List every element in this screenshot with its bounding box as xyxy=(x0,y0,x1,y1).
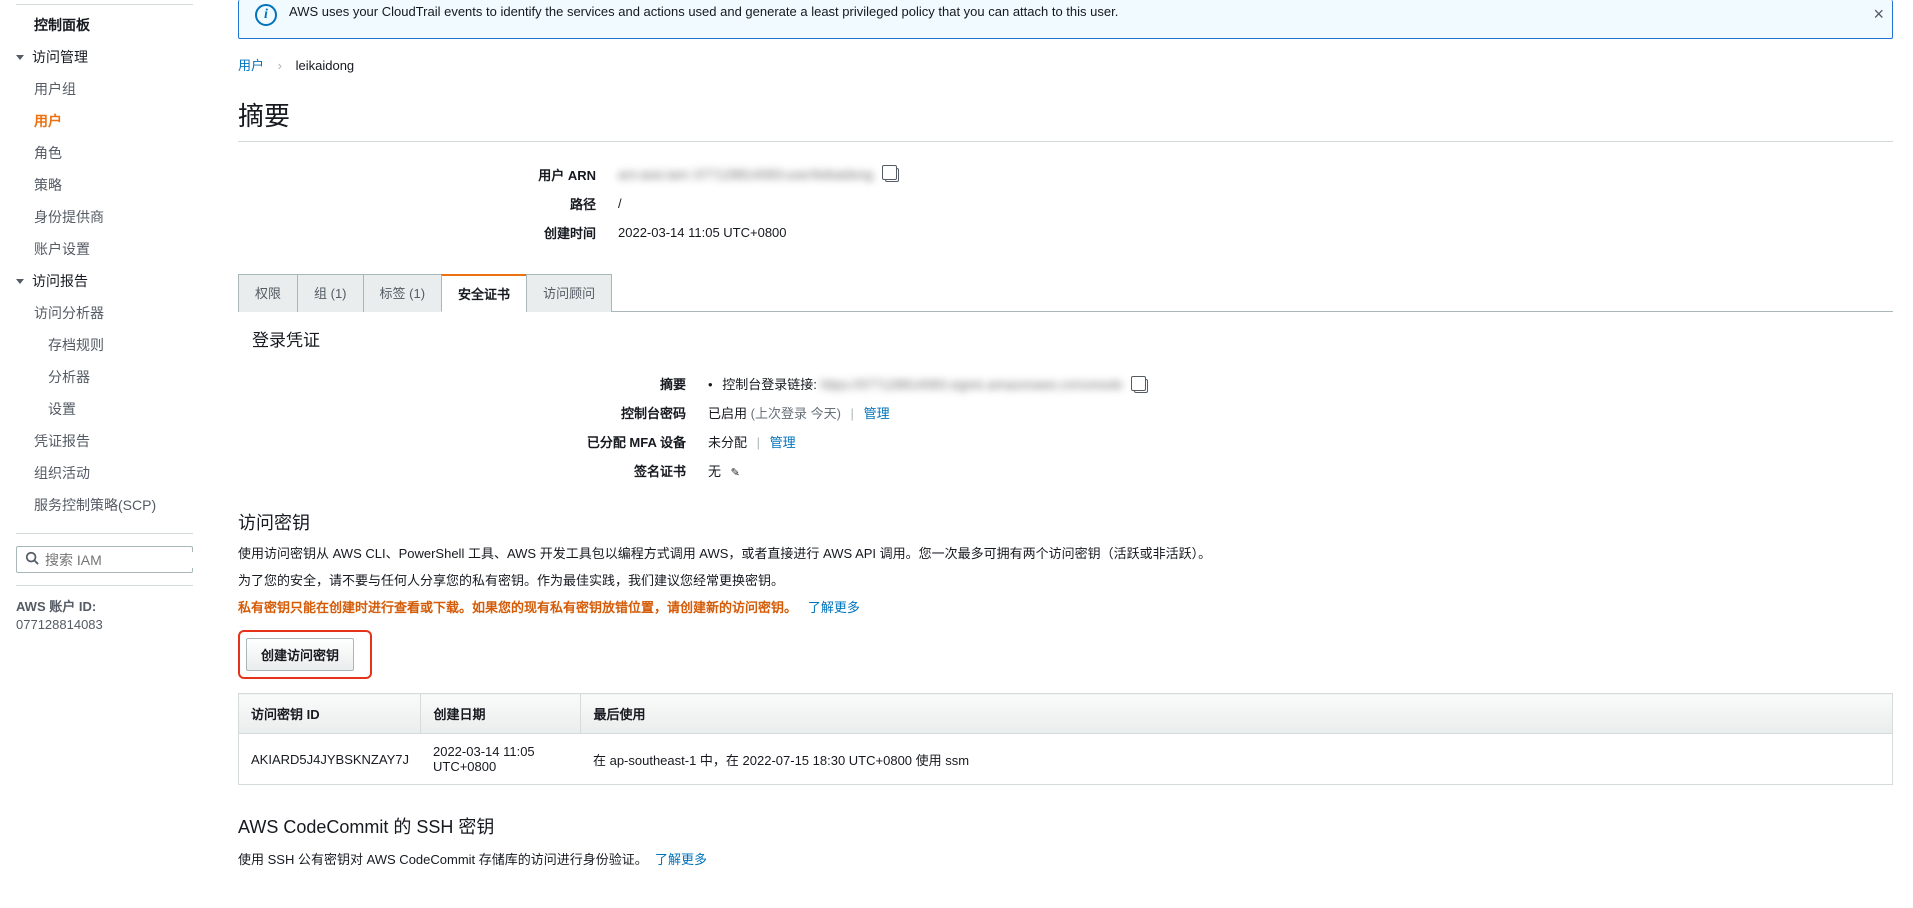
created-label: 创建时间 xyxy=(238,223,618,242)
access-key-title: 访问密钥 xyxy=(238,509,1893,535)
search-icon xyxy=(25,551,39,568)
sidebar-group-access-mgmt[interactable]: 访问管理 xyxy=(16,41,193,73)
signin-summary-label: 摘要 xyxy=(238,374,708,393)
page-title: 摘要 xyxy=(238,96,1893,133)
sidebar-access-reports-label: 访问报告 xyxy=(32,271,88,291)
tab-advisor[interactable]: 访问顾问 xyxy=(526,274,612,312)
col-key-id[interactable]: 访问密钥 ID xyxy=(239,694,421,734)
copy-icon[interactable] xyxy=(885,168,899,182)
sidebar-item-settings[interactable]: 设置 xyxy=(16,393,193,425)
sidebar-item-user-groups[interactable]: 用户组 xyxy=(16,73,193,105)
console-pwd-label: 控制台密码 xyxy=(238,403,708,422)
sidebar-item-cred-report[interactable]: 凭证报告 xyxy=(16,425,193,457)
create-access-key-button[interactable]: 创建访问密钥 xyxy=(246,638,354,671)
access-keys-table: 访问密钥 ID 创建日期 最后使用 AKIARD5J4JYBSKNZAY7J 2… xyxy=(238,693,1893,785)
console-pwd-value: 已启用 (上次登录 今天) | 管理 xyxy=(708,403,1893,422)
sidebar-item-archive-rules[interactable]: 存档规则 xyxy=(16,329,193,361)
sidebar-item-users[interactable]: 用户 xyxy=(16,105,193,137)
breadcrumb-users[interactable]: 用户 xyxy=(238,58,264,73)
access-key-section: 访问密钥 使用访问密钥从 AWS CLI、PowerShell 工具、AWS 开… xyxy=(238,509,1893,785)
sidebar-access-mgmt-label: 访问管理 xyxy=(32,47,88,67)
arn-value: arn:aws:iam::077128814083:user/leikaidon… xyxy=(618,167,1893,183)
search-input[interactable] xyxy=(45,552,226,568)
manage-mfa-link[interactable]: 管理 xyxy=(770,435,796,450)
close-icon[interactable]: × xyxy=(1873,4,1884,25)
sidebar-item-scp[interactable]: 服务控制策略(SCP) xyxy=(16,489,193,521)
copy-icon[interactable] xyxy=(1134,379,1148,393)
sidebar-item-org-activity[interactable]: 组织活动 xyxy=(16,457,193,489)
create-key-highlight: 创建访问密钥 xyxy=(238,630,372,679)
sidebar-item-account-settings[interactable]: 账户设置 xyxy=(16,233,193,265)
tab-permissions[interactable]: 权限 xyxy=(238,274,298,312)
tab-security[interactable]: 安全证书 xyxy=(441,274,527,312)
manage-password-link[interactable]: 管理 xyxy=(864,406,890,421)
tab-groups[interactable]: 组 (1) xyxy=(297,274,364,312)
info-banner: i AWS uses your CloudTrail events to ide… xyxy=(238,0,1893,39)
access-key-desc: 使用访问密钥从 AWS CLI、PowerShell 工具、AWS 开发工具包以… xyxy=(238,543,1893,562)
sidebar-item-policies[interactable]: 策略 xyxy=(16,169,193,201)
access-key-warning: 私有密钥只能在创建时进行查看或下载。如果您的现有私有密钥放错位置，请创建新的访问… xyxy=(238,597,1893,616)
cell-last-used: 在 ap-southeast-1 中，在 2022-07-15 18:30 UT… xyxy=(581,734,1893,785)
cert-label: 签名证书 xyxy=(238,461,708,480)
info-icon: i xyxy=(255,4,277,26)
cell-key-id: AKIARD5J4JYBSKNZAY7J xyxy=(239,734,421,785)
sidebar-item-roles[interactable]: 角色 xyxy=(16,137,193,169)
signin-section: 登录凭证 xyxy=(238,312,1893,351)
col-last-used[interactable]: 最后使用 xyxy=(581,694,1893,734)
account-id-value: 077128814083 xyxy=(16,617,193,632)
sidebar-item-analyzers[interactable]: 分析器 xyxy=(16,361,193,393)
path-value: / xyxy=(618,196,1893,211)
account-id-label: AWS 账户 ID: xyxy=(16,596,193,615)
path-label: 路径 xyxy=(238,194,618,213)
cell-created: 2022-03-14 11:05 UTC+0800 xyxy=(421,734,581,785)
signin-summary-value: • 控制台登录链接: https://077128814083.signin.a… xyxy=(708,374,1893,393)
mfa-label: 已分配 MFA 设备 xyxy=(238,432,708,451)
ssh-section: AWS CodeCommit 的 SSH 密钥 使用 SSH 公有密钥对 AWS… xyxy=(238,813,1893,868)
table-row: AKIARD5J4JYBSKNZAY7J 2022-03-14 11:05 UT… xyxy=(239,734,1893,785)
ssh-title: AWS CodeCommit 的 SSH 密钥 xyxy=(238,813,1893,839)
caret-down-icon xyxy=(16,279,24,284)
tab-tags[interactable]: 标签 (1) xyxy=(363,274,443,312)
cert-value: 无 ✎ xyxy=(708,461,1893,480)
sidebar-item-access-analyzer[interactable]: 访问分析器 xyxy=(16,297,193,329)
ssh-desc: 使用 SSH 公有密钥对 AWS CodeCommit 存储库的访问进行身份验证… xyxy=(238,849,1893,868)
main-content: i AWS uses your CloudTrail events to ide… xyxy=(210,0,1913,908)
learn-more-link[interactable]: 了解更多 xyxy=(808,600,860,615)
sidebar: 控制面板 访问管理 用户组 用户 角色 策略 身份提供商 账户设置 访问报告 访… xyxy=(0,0,210,908)
pencil-icon[interactable]: ✎ xyxy=(731,466,740,479)
access-key-safety: 为了您的安全，请不要与任何人分享您的私有密钥。作为最佳实践，我们建议您经常更换密… xyxy=(238,570,1893,589)
arn-label: 用户 ARN xyxy=(238,165,618,184)
sidebar-dashboard[interactable]: 控制面板 xyxy=(16,9,193,41)
breadcrumb: 用户 › leikaidong xyxy=(238,55,1893,74)
caret-down-icon xyxy=(16,55,24,60)
info-banner-text: AWS uses your CloudTrail events to ident… xyxy=(289,4,1118,19)
signin-title: 登录凭证 xyxy=(252,326,1893,351)
ssh-learn-more-link[interactable]: 了解更多 xyxy=(655,852,707,867)
col-created[interactable]: 创建日期 xyxy=(421,694,581,734)
search-box[interactable] xyxy=(16,546,193,573)
sidebar-item-id-providers[interactable]: 身份提供商 xyxy=(16,201,193,233)
breadcrumb-sep: › xyxy=(278,58,282,73)
tab-bar: 权限 组 (1) 标签 (1) 安全证书 访问顾问 xyxy=(238,273,1893,312)
mfa-value: 未分配 | 管理 xyxy=(708,432,1893,451)
breadcrumb-current: leikaidong xyxy=(296,58,355,73)
created-value: 2022-03-14 11:05 UTC+0800 xyxy=(618,225,1893,240)
sidebar-group-access-reports[interactable]: 访问报告 xyxy=(16,265,193,297)
